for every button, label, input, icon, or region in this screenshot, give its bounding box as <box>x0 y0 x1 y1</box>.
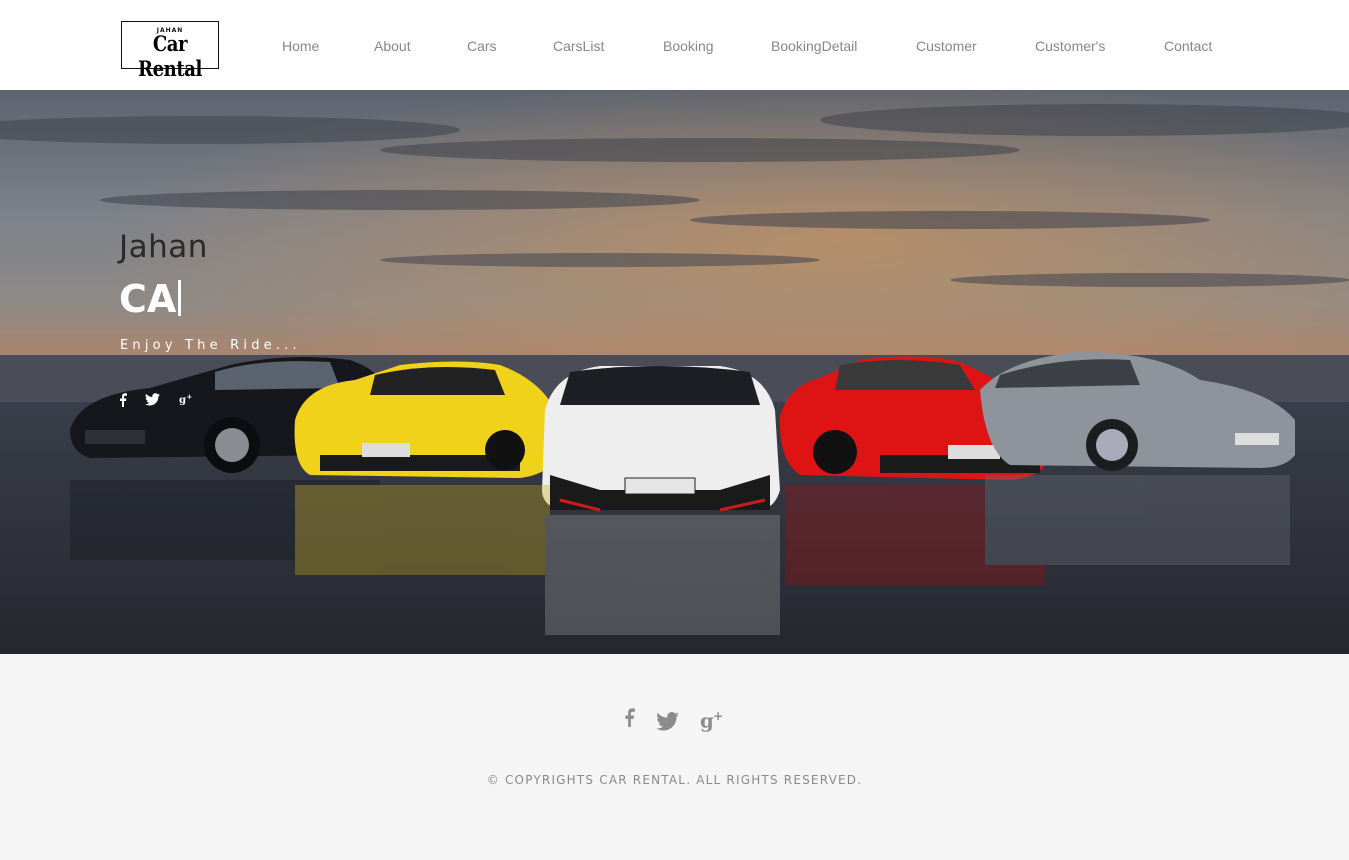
nav-booking[interactable]: Booking <box>663 38 714 54</box>
svg-text:+: + <box>187 393 193 401</box>
copyright-text: © COPYRIGHTS CAR RENTAL. ALL RIGHTS RESE… <box>486 773 863 787</box>
nav-customer[interactable]: Customer <box>916 38 977 54</box>
hero-title-text: CA <box>119 277 177 321</box>
nav-about[interactable]: About <box>374 38 411 54</box>
twitter-icon[interactable] <box>656 711 679 736</box>
hero-background-image <box>0 90 1349 654</box>
site-footer: g + © COPYRIGHTS CAR RENTAL. ALL RIGHTS R… <box>0 654 1349 860</box>
svg-text:g: g <box>700 710 714 732</box>
nav-cars[interactable]: Cars <box>467 38 497 54</box>
svg-text:g: g <box>179 394 186 406</box>
site-header: JAHAN Car Rental Home About Cars CarsLis… <box>0 0 1349 90</box>
hero-tagline: Enjoy The Ride... <box>120 338 301 353</box>
nav-customers[interactable]: Customer's <box>1035 38 1105 54</box>
nav-contact[interactable]: Contact <box>1164 38 1212 54</box>
hero-banner: Jahan CA Enjoy The Ride... g + <box>0 90 1349 654</box>
nav-home[interactable]: Home <box>282 38 319 54</box>
nav-carslist[interactable]: CarsList <box>553 38 604 54</box>
facebook-icon[interactable] <box>624 708 635 732</box>
car-white <box>542 366 780 512</box>
logo-brand-text: Car Rental <box>138 31 202 81</box>
google-plus-icon[interactable]: g + <box>700 709 724 737</box>
svg-text:+: + <box>713 710 723 723</box>
hero-title: CA <box>119 277 182 321</box>
nav-bookingdetail[interactable]: BookingDetail <box>771 38 857 54</box>
logo[interactable]: JAHAN Car Rental <box>121 21 219 81</box>
typing-cursor <box>178 280 182 316</box>
hero-pretitle: Jahan <box>119 229 208 265</box>
